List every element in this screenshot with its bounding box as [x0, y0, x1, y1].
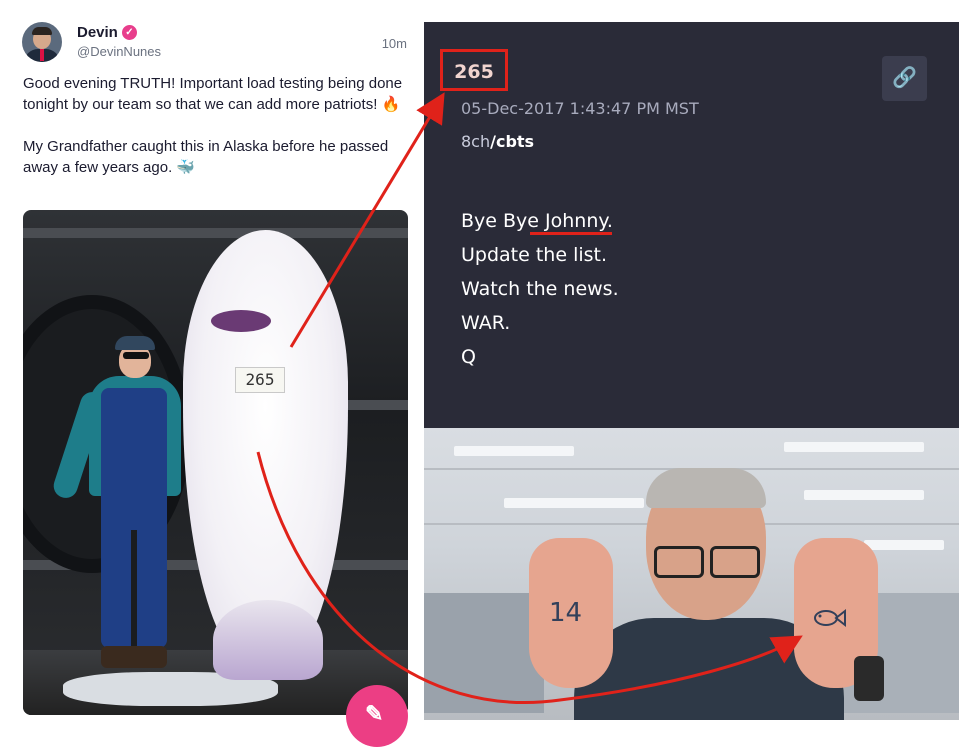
post-timestamp: 05-Dec-2017 1:43:47 PM MST: [461, 99, 699, 118]
compose-icon: ✎: [365, 701, 384, 726]
avatar[interactable]: [22, 22, 62, 62]
author-handle[interactable]: @DevinNunes: [77, 44, 161, 59]
board-prefix: 8ch: [461, 132, 491, 151]
compose-button[interactable]: ✎: [346, 685, 408, 747]
post-timestamp[interactable]: 10m: [382, 36, 407, 51]
fisherman-cutout: [50, 330, 203, 680]
ceiling-light: [504, 498, 644, 508]
board-slug: /cbts: [490, 132, 535, 151]
avatar-tie: [40, 49, 44, 61]
avatar-hair: [32, 27, 52, 35]
post-line: Update the list.: [461, 244, 608, 266]
glasses-icon: [710, 546, 760, 578]
fisherman-boots: [101, 646, 167, 668]
link-button[interactable]: 🔗: [882, 56, 927, 101]
johnny-underline: [530, 232, 612, 235]
fisherman-cap: [115, 336, 155, 350]
link-icon: 🔗: [892, 67, 917, 89]
glasses-icon: [654, 546, 704, 578]
left-hand-number: 14: [549, 598, 583, 628]
post-text: Good evening TRUTH! Important load testi…: [23, 75, 403, 176]
author-name[interactable]: Devin: [77, 24, 118, 41]
post-line: WAR.: [461, 312, 511, 334]
fish-drawing-icon: [814, 608, 846, 628]
post-image[interactable]: 265: [23, 210, 408, 715]
wristwatch: [854, 656, 884, 701]
person-hair: [646, 468, 766, 508]
board-name[interactable]: 8ch/cbts: [461, 132, 534, 151]
ceiling-light: [864, 540, 944, 550]
social-post: Devin ✓ @DevinNunes 10m Good evening TRU…: [0, 0, 423, 747]
fisherman-legs: [131, 530, 137, 650]
post-line: Watch the news.: [461, 278, 619, 300]
post-line: Bye Bye Johnny.: [461, 210, 613, 232]
hands-photo[interactable]: 14: [424, 428, 959, 720]
fish-tail: [213, 600, 323, 680]
q-post: 265 05-Dec-2017 1:43:47 PM MST 8ch/cbts …: [424, 22, 959, 428]
background-rack: [23, 228, 408, 238]
halibut-cutout: [183, 230, 348, 680]
fisherman-sunglasses: [123, 352, 149, 359]
ceiling-light: [784, 442, 924, 452]
ceiling-light: [454, 446, 574, 456]
ceiling-light: [804, 490, 924, 500]
post-number[interactable]: 265: [444, 61, 504, 83]
background-office: [424, 593, 544, 713]
verified-badge-icon: ✓: [122, 25, 137, 40]
fish-mouth: [211, 310, 271, 332]
post-line: Q: [461, 346, 476, 368]
fish-number-tag: 265: [235, 367, 285, 393]
